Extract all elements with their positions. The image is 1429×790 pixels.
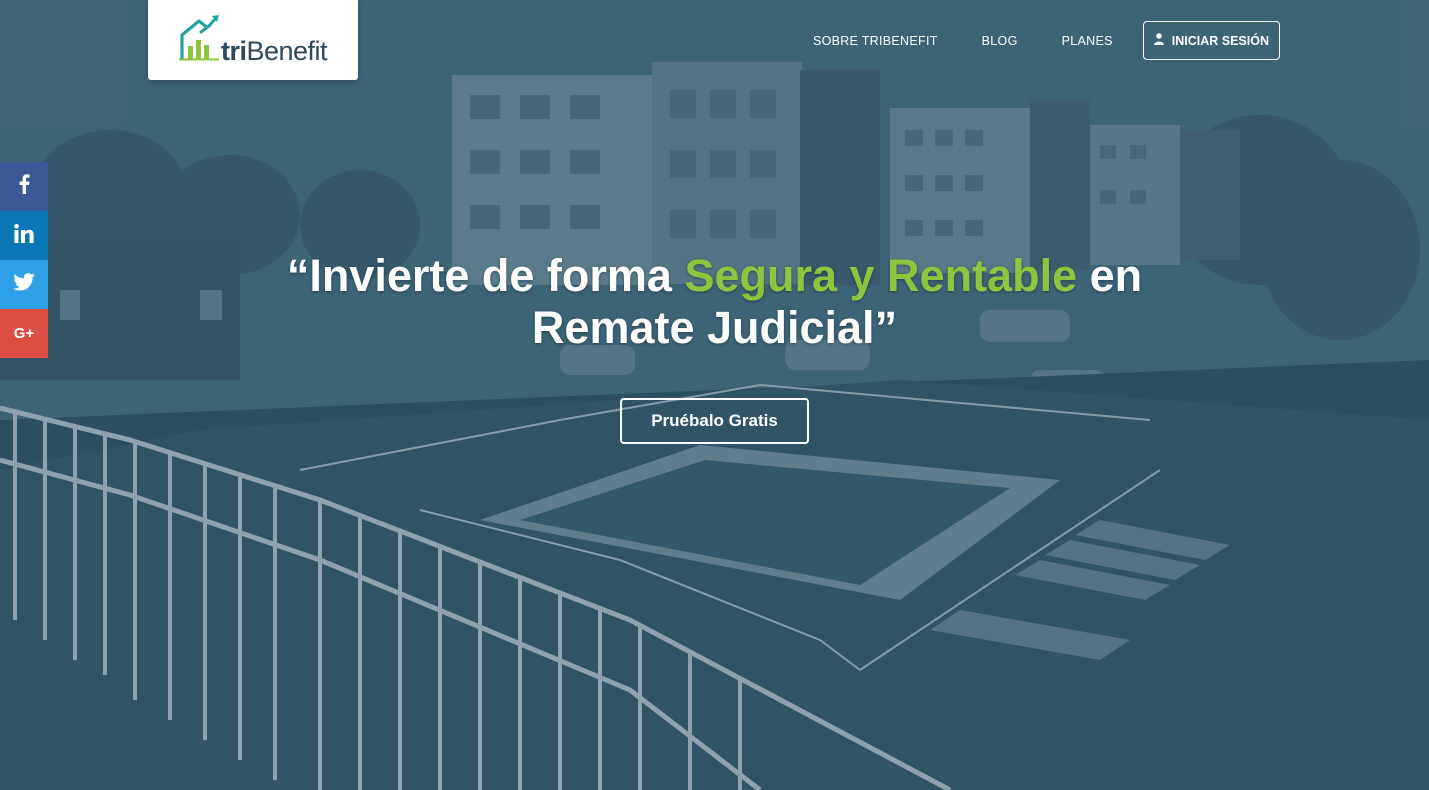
hero-tint-overlay bbox=[0, 0, 1429, 790]
login-label: INICIAR SESIÓN bbox=[1171, 33, 1269, 48]
nav-link-planes[interactable]: PLANES bbox=[1062, 34, 1113, 48]
nav-link-sobre-tribenefit[interactable]: SOBRE TRIBENEFIT bbox=[813, 34, 938, 48]
share-facebook-button[interactable] bbox=[0, 162, 48, 211]
headline-line-2: Remate Judicial” bbox=[531, 302, 898, 353]
headline-accent: Segura y Rentable bbox=[684, 250, 1078, 301]
logo-lockup: triBenefit bbox=[178, 14, 328, 66]
house-chart-icon bbox=[178, 14, 219, 66]
logo-text-tri: tri bbox=[220, 35, 247, 66]
logo-text-benefit: Benefit bbox=[246, 35, 328, 66]
linkedin-icon bbox=[14, 223, 34, 248]
user-icon bbox=[1153, 33, 1164, 48]
nav-link-blog[interactable]: BLOG bbox=[982, 34, 1018, 48]
try-free-button[interactable]: Pruébalo Gratis bbox=[620, 398, 809, 444]
headline-part-1: “Invierte de forma bbox=[286, 250, 685, 301]
headline-part-2: en bbox=[1077, 250, 1143, 301]
logo-wordmark: triBenefit bbox=[220, 35, 328, 66]
facebook-icon bbox=[18, 174, 30, 199]
brand-logo[interactable]: triBenefit bbox=[148, 0, 358, 80]
main-navigation: SOBRE TRIBENEFIT BLOG PLANES INICIAR SES… bbox=[769, 21, 1280, 60]
hero-background-image bbox=[0, 0, 1429, 790]
hero-headline: “Invierte de forma Segura y Rentable en … bbox=[0, 250, 1429, 354]
login-button[interactable]: INICIAR SESIÓN bbox=[1142, 21, 1280, 60]
